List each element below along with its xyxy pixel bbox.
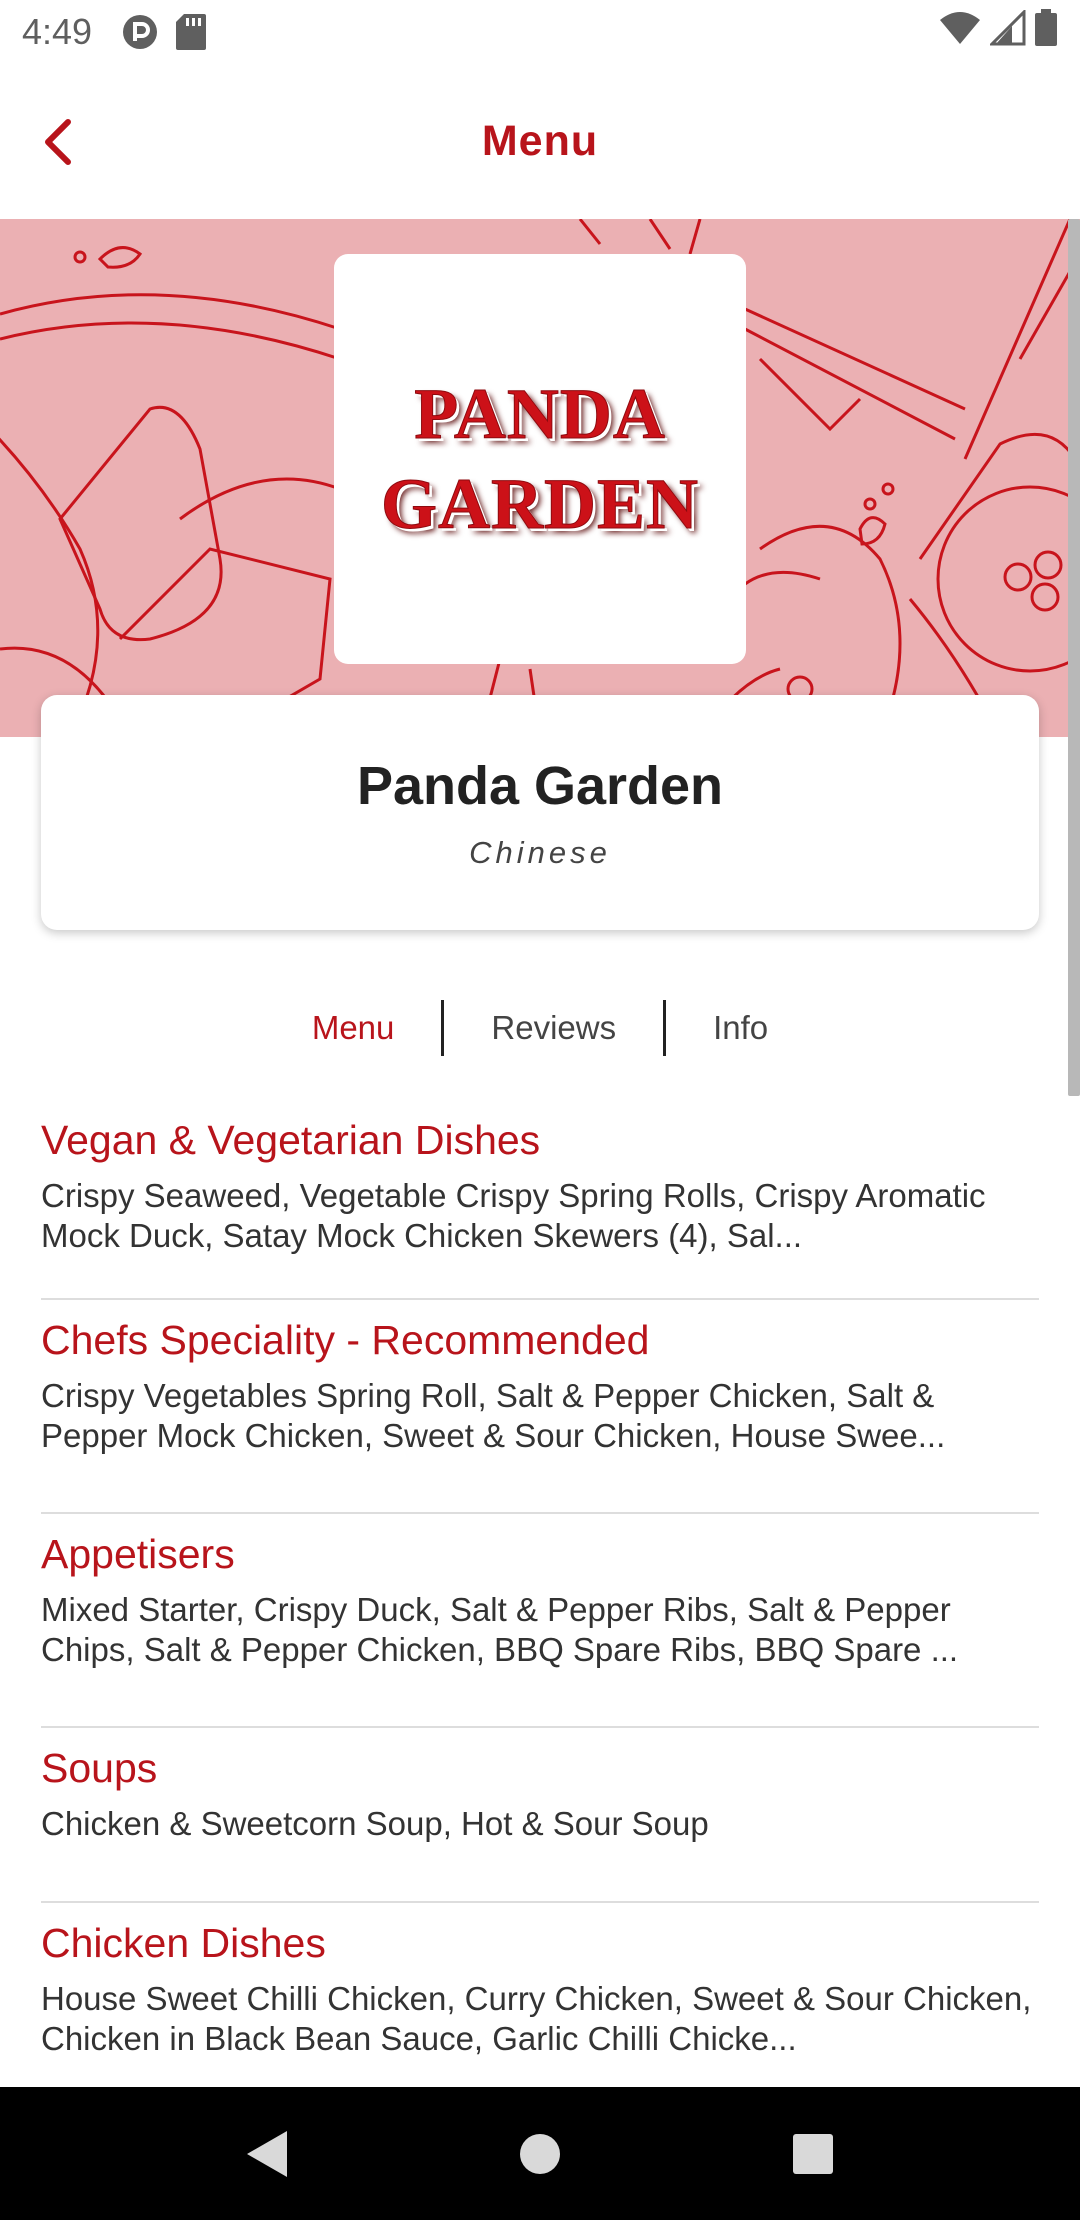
menu-section-chicken-dishes[interactable]: Chicken Dishes House Sweet Chilli Chicke… [41, 1903, 1039, 2083]
back-button[interactable] [30, 114, 86, 170]
menu-section-items: Crispy Seaweed, Vegetable Crispy Spring … [41, 1177, 986, 1254]
status-right-icons [938, 7, 1058, 56]
menu-section-items: Crispy Vegetables Spring Roll, Salt & Pe… [41, 1377, 946, 1454]
cuisine-label: Chinese [469, 834, 611, 870]
scrollbar[interactable] [1068, 219, 1080, 1096]
menu-section-items: Mixed Starter, Crispy Duck, Salt & Peppe… [41, 1591, 959, 1668]
logo-line-1: PANDA [414, 374, 666, 455]
recents-square-icon [793, 2133, 834, 2174]
status-bar: 4:49 [0, 0, 1080, 64]
menu-section-items: House Sweet Chilli Chicken, Curry Chicke… [41, 1980, 1032, 2057]
notification-icon [120, 12, 160, 52]
restaurant-info-card: Panda Garden Chinese [41, 695, 1039, 930]
page-title: Menu [481, 117, 599, 165]
sd-card-icon [174, 12, 208, 52]
tab-bar: Menu Reviews Info [0, 998, 1080, 1058]
tab-reviews[interactable]: Reviews [444, 1009, 663, 1047]
hero-banner: PANDA GARDEN [0, 219, 1080, 737]
signal-icon [988, 7, 1026, 55]
wifi-icon [938, 10, 982, 55]
nav-recents-button[interactable] [773, 2114, 853, 2194]
tab-info[interactable]: Info [666, 1009, 815, 1047]
tab-menu[interactable]: Menu [265, 1009, 442, 1047]
system-navigation-bar [0, 2087, 1080, 2220]
menu-section-title: Soups [41, 1745, 158, 1791]
nav-home-button[interactable] [500, 2114, 580, 2194]
nav-back-button[interactable] [227, 2114, 307, 2194]
menu-section-list: Vegan & Vegetarian Dishes Crispy Seaweed… [41, 1100, 1039, 2083]
page: 4:49 Menu PANDA GARDEN Panda Garden Chin… [0, 0, 1080, 2220]
app-bar: Menu [0, 64, 1080, 219]
menu-section-vegan-vegetarian[interactable]: Vegan & Vegetarian Dishes Crispy Seaweed… [41, 1100, 1039, 1300]
menu-section-appetisers[interactable]: Appetisers Mixed Starter, Crispy Duck, S… [41, 1514, 1039, 1728]
logo-line-2: GARDEN [380, 464, 699, 545]
menu-section-title: Vegan & Vegetarian Dishes [41, 1117, 541, 1163]
back-triangle-icon [246, 2130, 287, 2177]
menu-section-items: Chicken & Sweetcorn Soup, Hot & Sour Sou… [41, 1805, 709, 1842]
menu-section-soups[interactable]: Soups Chicken & Sweetcorn Soup, Hot & So… [41, 1728, 1039, 1903]
restaurant-name: Panda Garden [356, 755, 724, 816]
chevron-left-icon [45, 118, 71, 165]
menu-section-title: Appetisers [41, 1531, 235, 1577]
status-time: 4:49 [22, 11, 93, 52]
battery-icon [1034, 8, 1058, 56]
menu-section-title: Chicken Dishes [41, 1920, 326, 1966]
home-circle-icon [519, 2133, 560, 2174]
restaurant-logo: PANDA GARDEN [334, 254, 746, 664]
menu-section-chefs-speciality[interactable]: Chefs Speciality - Recommended Crispy Ve… [41, 1300, 1039, 1514]
menu-section-title: Chefs Speciality - Recommended [41, 1317, 650, 1363]
